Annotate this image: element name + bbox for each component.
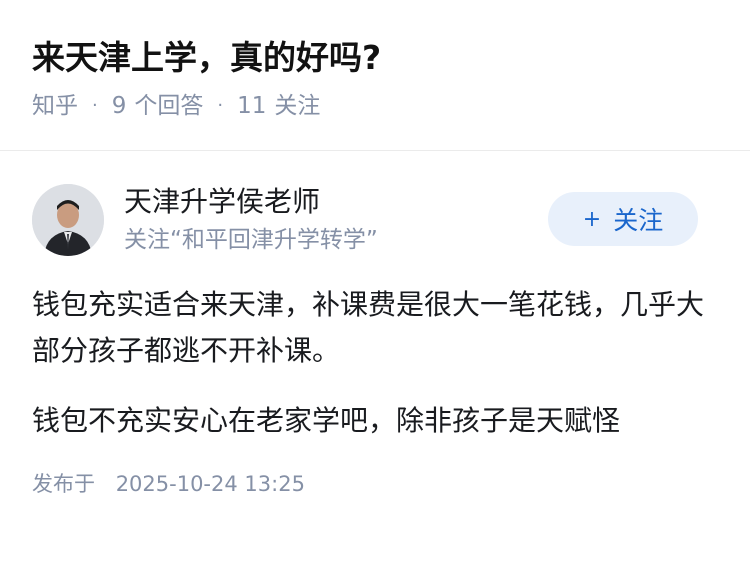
answer-paragraph: 钱包不充实安心在老家学吧，除非孩子是天赋怪 <box>32 404 621 437</box>
publish-label: 发布于 <box>32 472 95 496</box>
question-title[interactable]: 来天津上学，真的好吗? <box>32 34 718 82</box>
followers-label[interactable]: 关注 <box>274 90 320 122</box>
follow-button-label: 关注 <box>613 206 664 235</box>
author-info: 天津升学侯老师 关注“和平回津升学转学” <box>124 184 378 256</box>
separator-dot: · <box>217 95 224 116</box>
avatar[interactable] <box>32 184 104 256</box>
author-name[interactable]: 天津升学侯老师 <box>124 184 378 220</box>
plus-icon: + <box>582 206 602 232</box>
divider <box>0 150 750 151</box>
question-header: 来天津上学，真的好吗? 知乎 · 9 个回答 · 11 关注 <box>0 0 750 119</box>
followers-count: 11 <box>237 93 267 119</box>
source-label[interactable]: 知乎 <box>32 90 78 122</box>
publish-info: 发布于 2025-10-24 13:25 <box>32 468 718 498</box>
author-subtitle: 关注“和平回津升学转学” <box>124 227 378 253</box>
separator-dot: · <box>92 95 98 116</box>
answer-content: 钱包充实适合来天津，补课费是很大一笔花钱，几乎大部分孩子都逃不开补课。 钱包不充… <box>32 282 718 444</box>
author-row: 天津升学侯老师 关注“和平回津升学转学” + 关注 <box>32 184 718 294</box>
question-meta: 知乎 · 9 个回答 · 11 关注 <box>32 90 718 122</box>
answer-card: 天津升学侯老师 关注“和平回津升学转学” + 关注 钱包充实适合来天津，补课费是… <box>0 184 750 498</box>
answers-count: 9 <box>111 93 127 119</box>
publish-time: 2025-10-24 13:25 <box>115 472 305 496</box>
page: 来天津上学，真的好吗? 知乎 · 9 个回答 · 11 关注 天津升学侯老师 关… <box>0 0 750 570</box>
answers-label[interactable]: 个回答 <box>134 90 203 122</box>
follow-button[interactable]: + 关注 <box>548 192 698 246</box>
answer-paragraph: 钱包充实适合来天津，补课费是很大一笔花钱，几乎大部分孩子都逃不开补课。 <box>32 288 705 367</box>
avatar-image <box>32 184 104 256</box>
